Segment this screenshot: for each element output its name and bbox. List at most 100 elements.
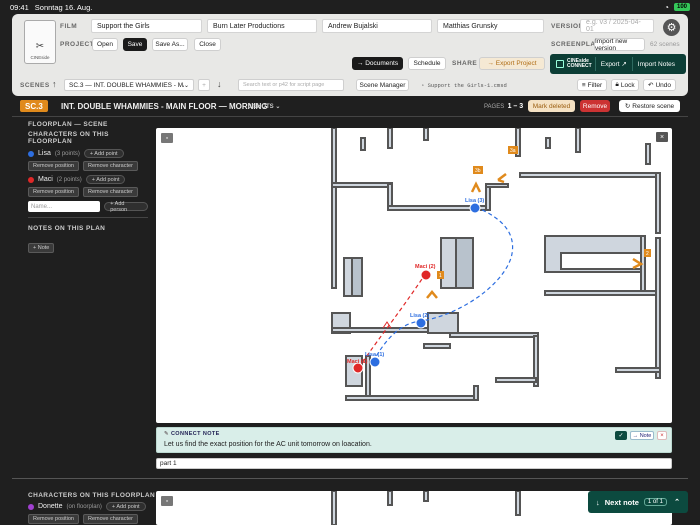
marker-lisa-1: Lisa (1) (365, 352, 384, 358)
remove-scene-button[interactable]: Remove (580, 100, 610, 112)
mark-deleted-button[interactable]: Mark deleted (528, 100, 575, 112)
remove-position-button[interactable]: Remove position (28, 187, 79, 197)
undo-label: Undo (655, 81, 671, 89)
scenes-label: SCENES (20, 82, 50, 89)
arrow-down-icon: ↓ (596, 497, 600, 507)
camera-tag-1: 1 (439, 273, 442, 279)
character-actions: Remove position Remove character (28, 161, 148, 171)
file-name-text: Support the Girls-1.cmsd (427, 82, 507, 89)
remove-character-button[interactable]: Remove character (82, 161, 138, 171)
character-row-lisa[interactable]: Lisa (3 points) + Add point (28, 149, 148, 158)
add-person-button[interactable]: + Add person (104, 201, 148, 213)
add-scene-button[interactable]: + (198, 79, 210, 91)
close-button[interactable]: Close (194, 38, 221, 51)
import-notes-button[interactable]: Import Notes (631, 57, 680, 71)
production-field[interactable]: Burn Later Productions (207, 19, 317, 33)
connect-group: CINEside CONNECT Export ↗ Import Notes (550, 54, 686, 74)
wifi-icon: ◔ (664, 2, 669, 12)
version-label: VERSION (551, 23, 584, 30)
chevron-down-icon: ⌄ (183, 82, 189, 89)
film-title-field[interactable]: Support the Girls (91, 19, 202, 33)
connect-export-button[interactable]: Export ↗ (594, 57, 632, 71)
remove-character-button[interactable]: Remove character (82, 514, 138, 524)
character-row-donette[interactable]: Donette (on floorplan) + Add point (28, 502, 158, 511)
scene-badge: SC.3 (20, 100, 48, 112)
camera-tag-2: 2 (646, 251, 649, 257)
character-row-maci[interactable]: Maci (2 points) + Add point (28, 175, 148, 184)
import-new-version-button[interactable]: Import new version (594, 38, 645, 52)
next-note-label: Next note (604, 497, 639, 507)
save-as-button[interactable]: Save As... (152, 38, 188, 51)
divider (12, 116, 688, 117)
marker-lisa-3: Lisa (3) (465, 198, 484, 204)
divider (12, 478, 688, 479)
app-logo: ✂ CINEside (24, 20, 56, 64)
add-point-button[interactable]: + Add point (85, 175, 126, 184)
director-field[interactable]: Andrew Bujalski (322, 19, 432, 33)
undo-button[interactable]: ↶ Undo (643, 79, 676, 91)
scene-title: INT. DOUBLE WHAMMIES - MAIN FLOOR — MORN… (61, 102, 268, 111)
save-button[interactable]: Save (123, 38, 147, 51)
logo-text: CINEside (30, 55, 50, 60)
camera-tag-3a: 3a (510, 148, 516, 154)
add-note-button[interactable]: + Note (28, 243, 55, 253)
scene-prev-arrow-icon[interactable]: ↑ (52, 79, 57, 89)
add-point-button[interactable]: + Add point (105, 502, 146, 511)
dop-field[interactable]: Matthias Grunsky (437, 19, 544, 33)
pencil-icon: ✎ (164, 431, 171, 437)
filter-button[interactable]: ≡ Filter (577, 79, 607, 91)
character-color-dot (28, 150, 34, 157)
open-button[interactable]: Open (92, 38, 118, 51)
documents-button[interactable]: → Documents (352, 57, 403, 70)
note-check-button[interactable]: ✓ (615, 431, 627, 440)
schedule-button[interactable]: Schedule (408, 57, 446, 70)
person-name-input[interactable]: Name... (28, 201, 101, 212)
scene-count: 62 scenes (650, 41, 680, 48)
floorplan-walls (331, 128, 661, 401)
floorplan-sidebar-2: CHARACTERS ON THIS FLOORPLAN Donette (on… (28, 492, 158, 524)
character-actions: Remove position Remove character (28, 514, 158, 524)
file-icon: ▫ (421, 82, 428, 89)
restore-label: Restore scene (632, 102, 675, 110)
scene-select-value: SC.3 — INT. DOUBLE WHAMMIES - MA... (69, 81, 184, 89)
pages-indicator: PAGES 1 – 3 (484, 103, 523, 110)
settings-gear-icon[interactable]: ⚙ (663, 19, 680, 36)
next-note-button[interactable]: ↓ Next note 1 of 1 ⌃ (588, 491, 688, 513)
connect-logo-icon (556, 60, 564, 68)
floorplan-sidebar: FLOORPLAN — SCENE CHARACTERS ON THIS FLO… (28, 121, 148, 254)
remove-position-button[interactable]: Remove position (28, 514, 79, 524)
status-time: 09:41 (10, 2, 29, 12)
note-close-button[interactable]: × (657, 431, 667, 440)
scene-search-input[interactable]: Search text or p42 for script page (238, 79, 344, 91)
scene-next-arrow-icon[interactable]: ↓ (217, 79, 222, 89)
scene-manager-button[interactable]: Scene Manager (356, 79, 409, 91)
export-project-button[interactable]: → Export Project (479, 57, 545, 70)
collapse-icon[interactable]: ⌃ (674, 498, 680, 506)
restore-scene-button[interactable]: ↻ Restore scene (619, 100, 680, 112)
part-input[interactable]: part 1 (156, 458, 672, 469)
add-person-row: Name... + Add person (28, 201, 148, 213)
character-name: Donette (38, 503, 63, 510)
scene-select[interactable]: SC.3 — INT. DOUBLE WHAMMIES - MA... ⌄ (64, 79, 194, 91)
note-link-button[interactable]: → Note (630, 431, 654, 440)
version-field[interactable]: e.g. v3 / 2025-04-01 (580, 19, 654, 33)
connect-note-label-text: CONNECT NOTE (170, 431, 220, 437)
remove-character-button[interactable]: Remove character (82, 187, 138, 197)
remove-position-button[interactable]: Remove position (28, 161, 79, 171)
file-name: ▫ Support the Girls-1.cmsd (421, 82, 507, 89)
character-color-dot (28, 503, 34, 510)
marker-lisa-2: Lisa (2) (410, 313, 429, 319)
film-label: FILM (60, 23, 78, 30)
floorplan-section-title: FLOORPLAN — SCENE (28, 121, 108, 128)
character-status: (on floorplan) (66, 503, 102, 510)
logo-mark-icon: ✂ (35, 41, 45, 52)
add-point-button[interactable]: + Add point (83, 149, 124, 158)
status-date: Sonntag 16. Aug. (34, 2, 93, 12)
characters-title-2: CHARACTERS ON THIS FLOORPLAN (28, 492, 156, 499)
status-bar: 09:41 Sonntag 16. Aug. ◔ 100 (0, 0, 700, 14)
lock-button[interactable]: 🔒︎ Lock (611, 79, 639, 91)
marker-maci-1: Maci (1) (347, 359, 368, 365)
marker-maci-2: Maci (2) (415, 264, 436, 270)
floorplan-map[interactable]: ▫ × 3a 3b 1 2 Lisa (3) Lisa (2) Lisa (1)… (156, 128, 672, 423)
undo-icon: ↶ (648, 82, 654, 89)
